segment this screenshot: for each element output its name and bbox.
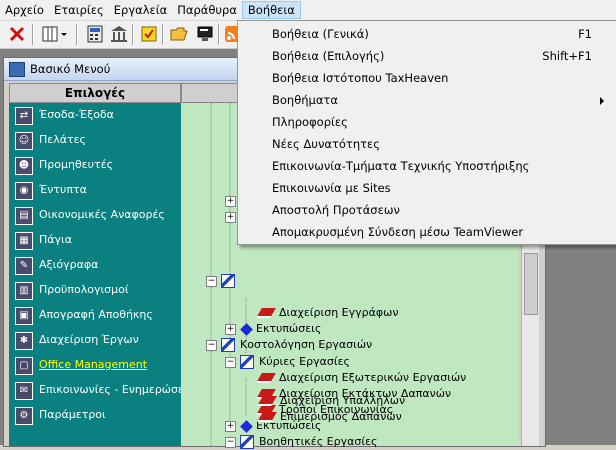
sidebar-item-parameters[interactable]: ⚙ Παράμετροι [9,404,181,426]
customers-icon: ☺ [15,132,33,150]
scrollbar-thumb[interactable] [524,253,538,315]
toolbar-separator [76,24,78,45]
tree-item-employee-management[interactable]: Διαχείριση Υπαλλήλων [257,393,405,409]
sidebar-item-forms[interactable]: ◉ Έντυπτα [9,179,181,201]
tree-item-job-costing[interactable]: − Κοστολόγηση Εργασιών [206,337,372,353]
toolbar-separator [218,24,220,45]
forms-icon: ◉ [15,182,33,200]
menu-item-help-context[interactable]: Βοήθεια (Επιλογής) Shift+F1 [238,45,616,67]
tree-item-auxiliary-tasks[interactable]: − Βοηθητικές Εργασίες [225,434,377,450]
fixed-assets-icon: ▦ [15,232,33,250]
menubar: Αρχείο Εταιρίες Εργαλεία Παράθυρα Βοήθει… [0,0,616,21]
window-title: Βασικό Μενού [30,62,111,76]
sidebar-item-suppliers[interactable]: ☻ Προμηθευτές [9,154,181,176]
calculator-icon[interactable] [86,25,104,43]
checklist-icon [240,435,254,449]
tree-item-document-management[interactable]: Διαχείριση Εγγράφων [256,305,398,321]
checklist-icon [240,355,254,369]
bank-icon[interactable] [110,25,128,43]
securities-icon: ✎ [15,257,33,275]
suppliers-icon: ☻ [15,157,33,175]
menu-windows[interactable]: Παράθυρα [172,1,242,19]
toolbar-separator [32,24,34,45]
sidebar-item-budgets[interactable]: ▥ Προϋπολογισμοί [9,279,181,301]
projects-icon: ✱ [15,332,33,350]
menu-item-contact-sites[interactable]: Επικοινωνία με Sites [238,177,616,199]
menu-file[interactable]: Αρχείο [0,1,49,19]
sidebar-item-projects[interactable]: ✱ Διαχείριση Έργων [9,329,181,351]
book-icon [256,308,276,318]
financial-reports-icon: ▤ [15,207,33,225]
sidebar-item-customers[interactable]: ☺ Πελάτες [9,129,181,151]
book-icon [257,396,277,406]
submenu-arrow-icon [600,97,604,105]
sidebar-item-income-expense[interactable]: ⇄ Έσοδα-Έξοδα [9,104,181,126]
menu-item-tech-support[interactable]: Επικοινωνία-Τμήματα Τεχνικής Υποστήριξης [238,155,616,177]
window-icon [9,62,25,77]
communications-icon: ✉ [15,382,33,400]
checklist-icon [221,274,235,288]
income-expense-icon: ⇄ [15,107,33,125]
menu-help[interactable]: Βοήθεια [241,1,301,19]
sidebar-item-financial-reports[interactable]: ▤ Οικονομικές Αναφορές [9,204,181,226]
sidebar-item-fixed-assets[interactable]: ▦ Πάγια [9,229,181,251]
book-icon [256,373,276,383]
menu-companies[interactable]: Εταιρίες [49,1,109,19]
menu-item-help-general[interactable]: Βοήθεια (Γενικά) F1 [238,23,616,45]
toolbar-separator [162,24,164,45]
tree-item-main-tasks[interactable]: − Κύριες Εργασίες [225,354,350,370]
tree-item-expense-allocation[interactable]: Επιμερισμός Δαπανών [257,409,402,425]
monitor-icon[interactable] [196,25,214,43]
open-folder-icon[interactable] [170,25,188,43]
notes-icon[interactable] [140,25,158,43]
budgets-icon: ▥ [15,282,33,300]
close-icon[interactable] [8,25,26,43]
sidebar-item-inventory[interactable]: ▣ Απογραφή Αποθήκης [9,304,181,326]
menu-item-help-taxheaven[interactable]: Βοήθεια Ιστότοπου TaxHeaven [238,67,616,89]
sidebar-item-securities[interactable]: ✎ Αξιόγραφα [9,254,181,276]
office-management-icon: ▢ [15,357,33,375]
parameters-icon: ⚙ [15,407,33,425]
sidebar: ⇄ Έσοδα-Έξοδα ☺ Πελάτες ☻ Προμηθευτές ◉ Έντυ… [9,103,194,446]
options-header: Επιλογές [9,83,181,103]
sidebar-item-office-management[interactable]: ▢ Office Management [9,354,181,376]
columns-dropdown-icon[interactable] [42,25,68,43]
tree-node-expanded[interactable]: − [206,273,240,289]
help-menu-dropdown: Βοήθεια (Γενικά) F1 Βοήθεια (Επιλογής) Shi… [237,20,616,245]
tree-item-printouts[interactable]: + Εκτυπώσεις [225,321,321,337]
checklist-icon [221,338,235,352]
menu-item-whats-new[interactable]: Νέες Δυνατότητες [238,133,616,155]
diamond-icon [240,322,253,336]
sidebar-item-communications[interactable]: ✉ Επικοινωνίες - Ενημερώσεις [9,379,194,401]
inventory-icon: ▣ [15,307,33,325]
menu-item-tutorials[interactable]: Βοηθήματα [238,89,616,111]
book-icon [257,412,277,422]
toolbar-separator [132,24,134,45]
tree-item-external-tasks[interactable]: Διαχείριση Εξωτερικών Εργασιών [256,370,466,386]
menu-tools[interactable]: Εργαλεία [109,1,172,19]
diamond-icon [240,419,253,433]
menu-item-send-suggestions[interactable]: Αποστολή Προτάσεων [238,199,616,221]
menu-item-teamviewer[interactable]: Απομακρυσμένη Σύνδεση μέσω TeamViewer [238,221,616,243]
menu-item-about[interactable]: Πληροφορίες [238,111,616,133]
